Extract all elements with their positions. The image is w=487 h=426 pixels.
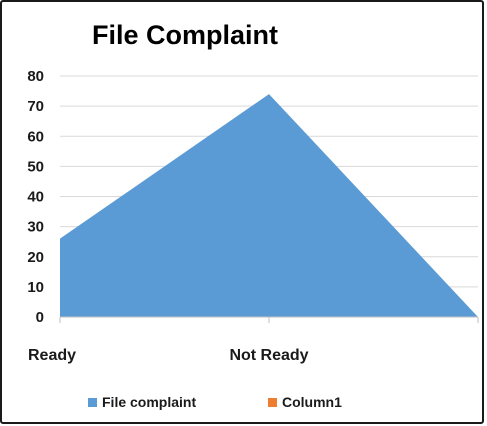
plot-area	[60, 94, 478, 317]
legend-swatch	[268, 398, 277, 407]
x-tick-label: Ready	[28, 347, 76, 364]
y-tick-label: 50	[27, 158, 44, 175]
legend-label: Column1	[282, 394, 342, 410]
y-tick-label: 60	[27, 128, 44, 145]
y-axis: 0 10 20 30 40 50 60 70 80	[27, 68, 44, 326]
y-tick-label: 80	[27, 68, 44, 85]
y-tick-label: 20	[27, 249, 44, 266]
legend-label: File complaint	[102, 394, 196, 410]
legend-swatch	[88, 398, 97, 407]
y-tick-label: 70	[27, 98, 44, 115]
chart-title: File Complaint	[92, 20, 278, 50]
y-tick-label: 30	[27, 219, 44, 236]
series-area-1	[60, 94, 478, 317]
x-tick-label: Not Ready	[229, 347, 308, 364]
area-chart: File Complaint 0 10 20 30 40 50 60 70 80 Ready No…	[27, 20, 479, 410]
x-axis: Ready Not Ready	[28, 316, 479, 364]
legend: File complaint Column1	[88, 394, 342, 410]
y-tick-label: 0	[36, 309, 44, 326]
y-tick-label: 40	[27, 189, 44, 206]
y-tick-label: 10	[27, 279, 44, 296]
